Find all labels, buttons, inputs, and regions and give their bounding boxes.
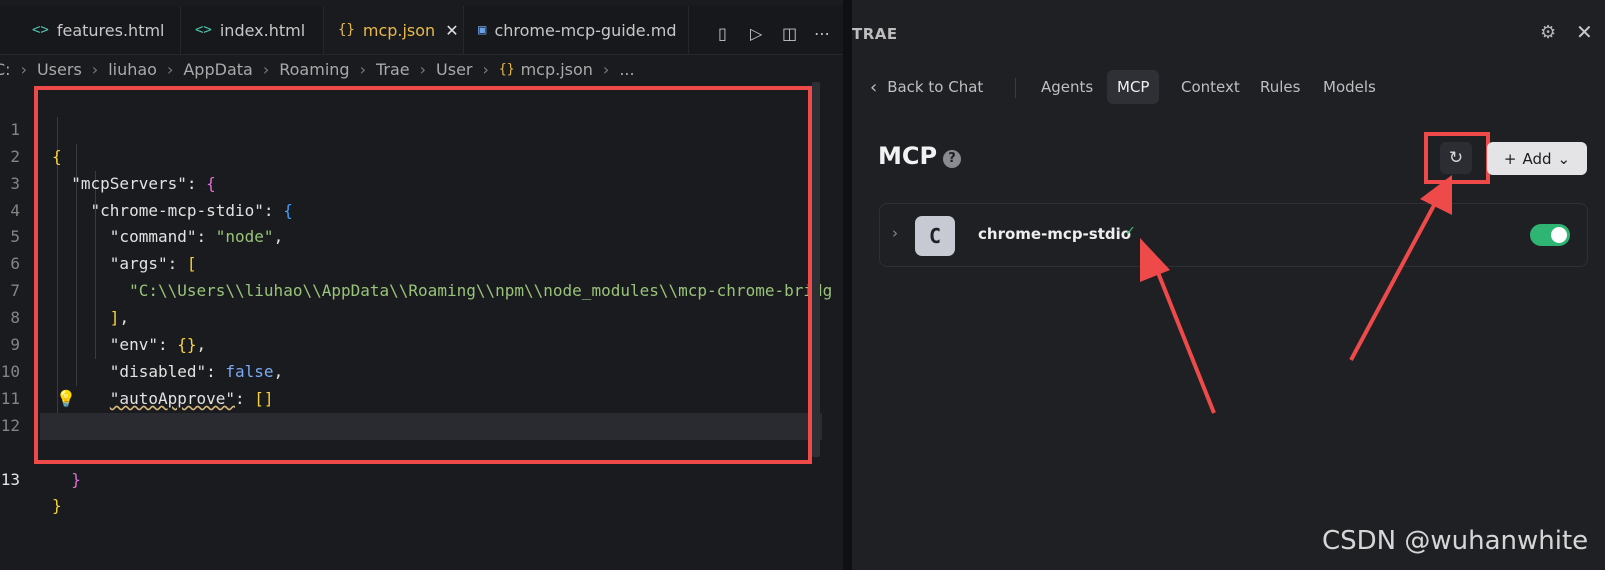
toggle-knob [1551,227,1567,243]
chevron-right-icon: › [602,59,610,79]
breadcrumb-item[interactable]: Users [37,60,82,79]
chevron-right-icon: › [91,59,99,79]
mcp-server-card[interactable]: › C chrome-mcp-stdio ✓ [879,203,1588,267]
gear-icon[interactable]: ⚙ [1540,22,1556,43]
page-title: MCP [878,142,938,170]
json-braces-icon: {} [498,61,515,77]
tab-context[interactable]: Context [1171,70,1250,104]
server-name: chrome-mcp-stdio [978,225,1132,243]
chevron-right-icon: › [166,59,174,79]
preview-icon[interactable]: ▯ [718,24,727,43]
watermark: CSDN @wuhanwhite [1322,526,1589,556]
panel-title: TRAE [852,25,898,43]
breadcrumb-item[interactable]: User [436,60,472,79]
breadcrumb-item[interactable]: mcp.json [521,60,593,79]
breadcrumb-item[interactable]: liuhao [108,60,157,79]
close-icon[interactable]: ✕ [1576,20,1593,44]
chevron-left-icon: ‹ [870,76,878,98]
tab-label: index.html [219,20,306,40]
brace: } [52,496,62,516]
chevron-right-icon: › [482,59,489,79]
add-server-button[interactable]: + Add ⌄ [1487,142,1587,175]
panel-divider[interactable] [843,0,852,570]
scrollbar[interactable] [812,82,820,457]
line-number: 13 [0,469,20,489]
json-braces-icon: {} [338,22,355,38]
run-icon[interactable]: ▷ [750,24,762,43]
chevron-right-icon: › [20,59,27,79]
server-enabled-toggle[interactable] [1530,224,1570,246]
code-editor: <> features.html <> index.html {} mcp.js… [0,0,843,570]
code-icon: <> [195,22,212,38]
breadcrumb-item[interactable]: Trae [376,60,410,79]
tab-label: features.html [56,20,165,40]
tab-models[interactable]: Models [1313,70,1386,104]
chevron-right-icon: › [359,59,366,79]
breadcrumb-item[interactable]: AppData [183,60,252,79]
chevron-right-icon: › [262,59,270,79]
chevron-right-icon[interactable]: › [892,224,898,242]
tab-label: chrome-mcp-guide.md [494,20,677,40]
help-icon[interactable]: ? [943,150,961,168]
annotation-highlight-box [34,86,812,464]
tab-agents[interactable]: Agents [1031,70,1103,104]
tab-rules[interactable]: Rules [1250,70,1310,104]
close-icon[interactable]: ✕ [445,21,458,40]
tab-label: mcp.json [362,20,436,40]
back-to-chat-button[interactable]: ‹ Back to Chat [870,70,983,104]
brace: } [71,469,81,489]
chevron-right-icon: › [419,59,427,79]
breadcrumb-item[interactable]: ... [619,60,634,79]
plus-icon: + [1503,149,1517,168]
back-label: Back to Chat [887,78,984,96]
tab-mcp-json[interactable]: {} mcp.json ✕ [324,6,464,54]
more-icon[interactable]: ⋯ [814,24,830,43]
check-icon: ✓ [1125,224,1136,239]
split-editor-icon[interactable]: ◫ [782,24,797,43]
chevron-down-icon: ⌄ [1557,149,1571,168]
add-label: Add [1522,149,1552,168]
breadcrumb: C: › Users › liuhao › AppData › Roaming … [0,55,843,83]
tab-features-html[interactable]: <> features.html [18,6,181,54]
annotation-highlight-box [1424,132,1490,184]
avatar: C [915,216,955,256]
breadcrumb-item[interactable]: Roaming [279,60,349,79]
nav-divider [1015,78,1016,98]
code-icon: <> [32,22,49,38]
breadcrumb-item[interactable]: C: [0,60,11,79]
editor-tab-bar: <> features.html <> index.html {} mcp.js… [0,6,843,55]
tab-chrome-mcp-guide[interactable]: ▣ chrome-mcp-guide.md [464,6,689,54]
tab-index-html[interactable]: <> index.html [181,6,324,54]
tab-mcp[interactable]: MCP [1107,70,1160,104]
markdown-icon: ▣ [478,22,487,38]
